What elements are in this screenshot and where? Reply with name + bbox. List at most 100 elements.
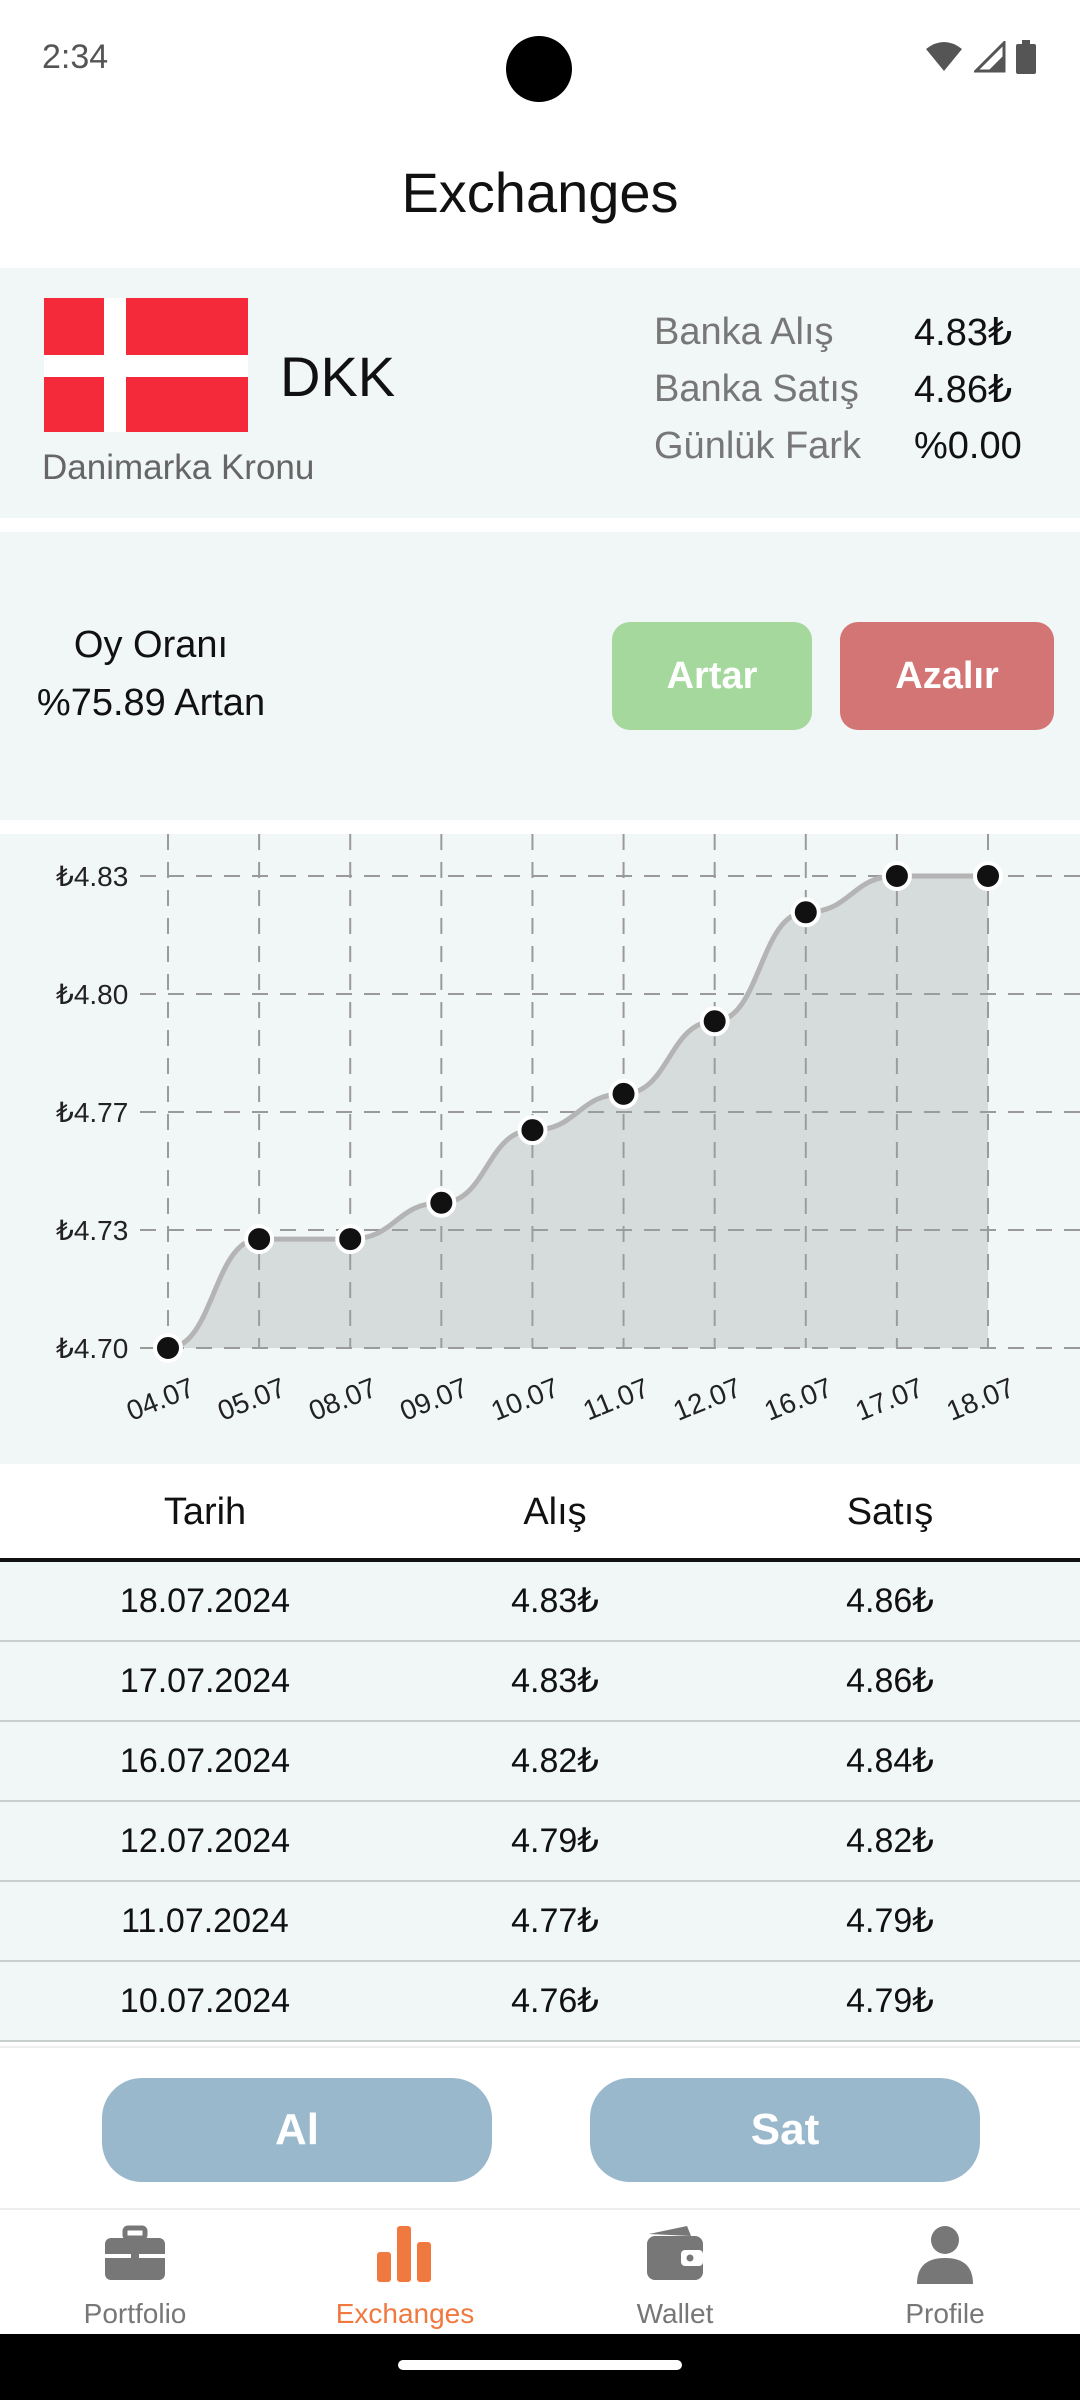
cell-sell: 4.86₺ [846,1662,934,1700]
cell-sell: 4.79₺ [846,1902,934,1940]
table-row: 18.07.2024 4.83₺ 4.86₺ [0,1562,1080,1642]
front-camera [506,36,572,102]
cell-buy: 4.76₺ [511,1982,599,2020]
battery-icon [1016,40,1036,74]
person-icon [917,2226,973,2284]
y-tick-label: ₺4.80 [56,979,128,1010]
chart-point [244,1224,275,1255]
nav-item-exchanges[interactable]: Exchanges [270,2210,540,2336]
nav-label: Exchanges [335,2298,475,2329]
cell-sell: 4.79₺ [846,1982,934,2020]
rate-value: %0.00 [914,425,1022,467]
nav-label: Portfolio [83,2298,187,2329]
bottom-navigation: Portfolio Exchanges Wallet Profile [0,2208,1080,2334]
status-bar: 2:34 [0,0,1080,120]
chart-point [517,1115,548,1146]
cell-date: 10.07.2024 [119,1981,291,2020]
wifi-icon [926,42,962,71]
cell-buy: 4.83₺ [511,1582,599,1620]
cell-date: 17.07.2024 [119,1661,291,1700]
cell-buy: 4.83₺ [511,1662,599,1700]
sell-button[interactable]: Sat [590,2078,980,2182]
vote-up-button[interactable]: Artar [612,622,812,730]
vote-title: Oy Oranı [73,624,229,666]
table-row: 11.07.2024 4.77₺ 4.79₺ [0,1882,1080,1962]
rate-list: Banka Alış 4.83₺ Banka Satış 4.86₺ Günlü… [654,304,1022,475]
table-row: 12.07.2024 4.79₺ 4.82₺ [0,1802,1080,1882]
chart-point [153,1333,183,1363]
x-tick-label: 08.07 [304,1372,381,1427]
chart-point [699,1006,730,1037]
x-tick-label: 10.07 [487,1372,564,1427]
nav-item-portfolio[interactable]: Portfolio [0,2210,270,2336]
x-tick-label: 11.07 [579,1372,654,1426]
table-row: 16.07.2024 4.82₺ 4.84₺ [0,1722,1080,1802]
x-tick-label: 12.07 [669,1372,746,1427]
briefcase-icon [105,2225,165,2280]
denmark-flag-icon [44,298,248,432]
chart-point [426,1187,457,1218]
chart-point [790,897,821,928]
bar-chart-icon [377,2226,431,2282]
column-header-buy: Alış [523,1490,587,1533]
chart-point [881,861,912,891]
nav-label: Profile [905,2298,985,2329]
rate-label: Günlük Fark [654,425,861,467]
home-gesture-bar[interactable] [398,2360,682,2370]
status-icons [924,40,1036,74]
rate-chart-svg: ₺4.70 ₺4.73 ₺4.77 ₺4.80 ₺4.83 04.07 05.07 08.07… [56,834,1080,1427]
chart-point [973,861,1003,891]
chart-point [335,1224,366,1255]
rate-row-bank-sell: Banka Satış 4.86₺ [654,361,1022,418]
column-header-sell: Satış [846,1490,934,1533]
table-row: 10.07.2024 4.76₺ 4.79₺ [0,1962,1080,2042]
cell-sell: 4.86₺ [846,1582,934,1620]
cell-date: 18.07.2024 [119,1581,291,1620]
currency-name: Danimarka Kronu [42,448,315,487]
y-tick-label: ₺4.83 [56,861,128,892]
vote-down-button[interactable]: Azalır [840,622,1054,730]
rate-value: 4.86₺ [914,369,1013,411]
wallet-icon [647,2226,703,2280]
y-tick-label: ₺4.73 [56,1215,128,1246]
cell-signal-icon [974,41,1006,73]
x-tick-label: 18.07 [942,1372,1019,1427]
vote-ratio: %75.89 Artan [36,682,266,724]
table-header: Tarih Alış Satış [0,1466,1080,1562]
x-tick-label: 04.07 [122,1372,199,1427]
x-tick-label: 09.07 [395,1372,472,1427]
rate-label: Banka Satış [654,368,859,410]
rate-label: Banka Alış [654,311,834,353]
cell-date: 11.07.2024 [121,1901,289,1940]
y-tick-label: ₺4.70 [56,1333,128,1364]
cell-sell: 4.84₺ [846,1742,934,1780]
y-tick-label: ₺4.77 [56,1097,128,1128]
x-tick-label: 05.07 [213,1372,290,1427]
table-row: 17.07.2024 4.83₺ 4.86₺ [0,1642,1080,1722]
cell-buy: 4.77₺ [511,1902,599,1940]
history-table: Tarih Alış Satış 18.07.2024 4.83₺ 4.86₺ … [0,1466,1080,2042]
cell-date: 16.07.2024 [119,1741,291,1780]
page-title: Exchanges [401,161,679,224]
rate-chart: ₺4.70 ₺4.73 ₺4.77 ₺4.80 ₺4.83 04.07 05.07 08.07… [0,834,1080,1464]
cell-date: 12.07.2024 [119,1821,291,1860]
rate-row-bank-buy: Banka Alış 4.83₺ [654,304,1022,361]
cell-buy: 4.82₺ [511,1742,599,1780]
gesture-area [0,2334,1080,2400]
chart-point [608,1078,639,1109]
cell-buy: 4.79₺ [511,1822,599,1860]
currency-code: DKK [280,345,396,408]
vote-section: Oy Oranı %75.89 Artan Artar Azalır [0,532,1080,820]
status-time: 2:34 [42,38,109,76]
rate-value: 4.83₺ [914,312,1013,354]
rate-row-daily-diff: Günlük Fark %0.00 [654,418,1022,475]
x-tick-label: 17.07 [851,1372,928,1427]
nav-item-wallet[interactable]: Wallet [540,2210,810,2336]
column-header-date: Tarih [163,1490,247,1533]
cell-sell: 4.82₺ [846,1822,934,1860]
x-tick-label: 16.07 [760,1372,837,1427]
nav-item-profile[interactable]: Profile [810,2210,1080,2336]
buy-button[interactable]: Al [102,2078,492,2182]
currency-card: DKK Danimarka Kronu Banka Alış 4.83₺ Ban… [0,268,1080,518]
nav-label: Wallet [636,2298,714,2329]
